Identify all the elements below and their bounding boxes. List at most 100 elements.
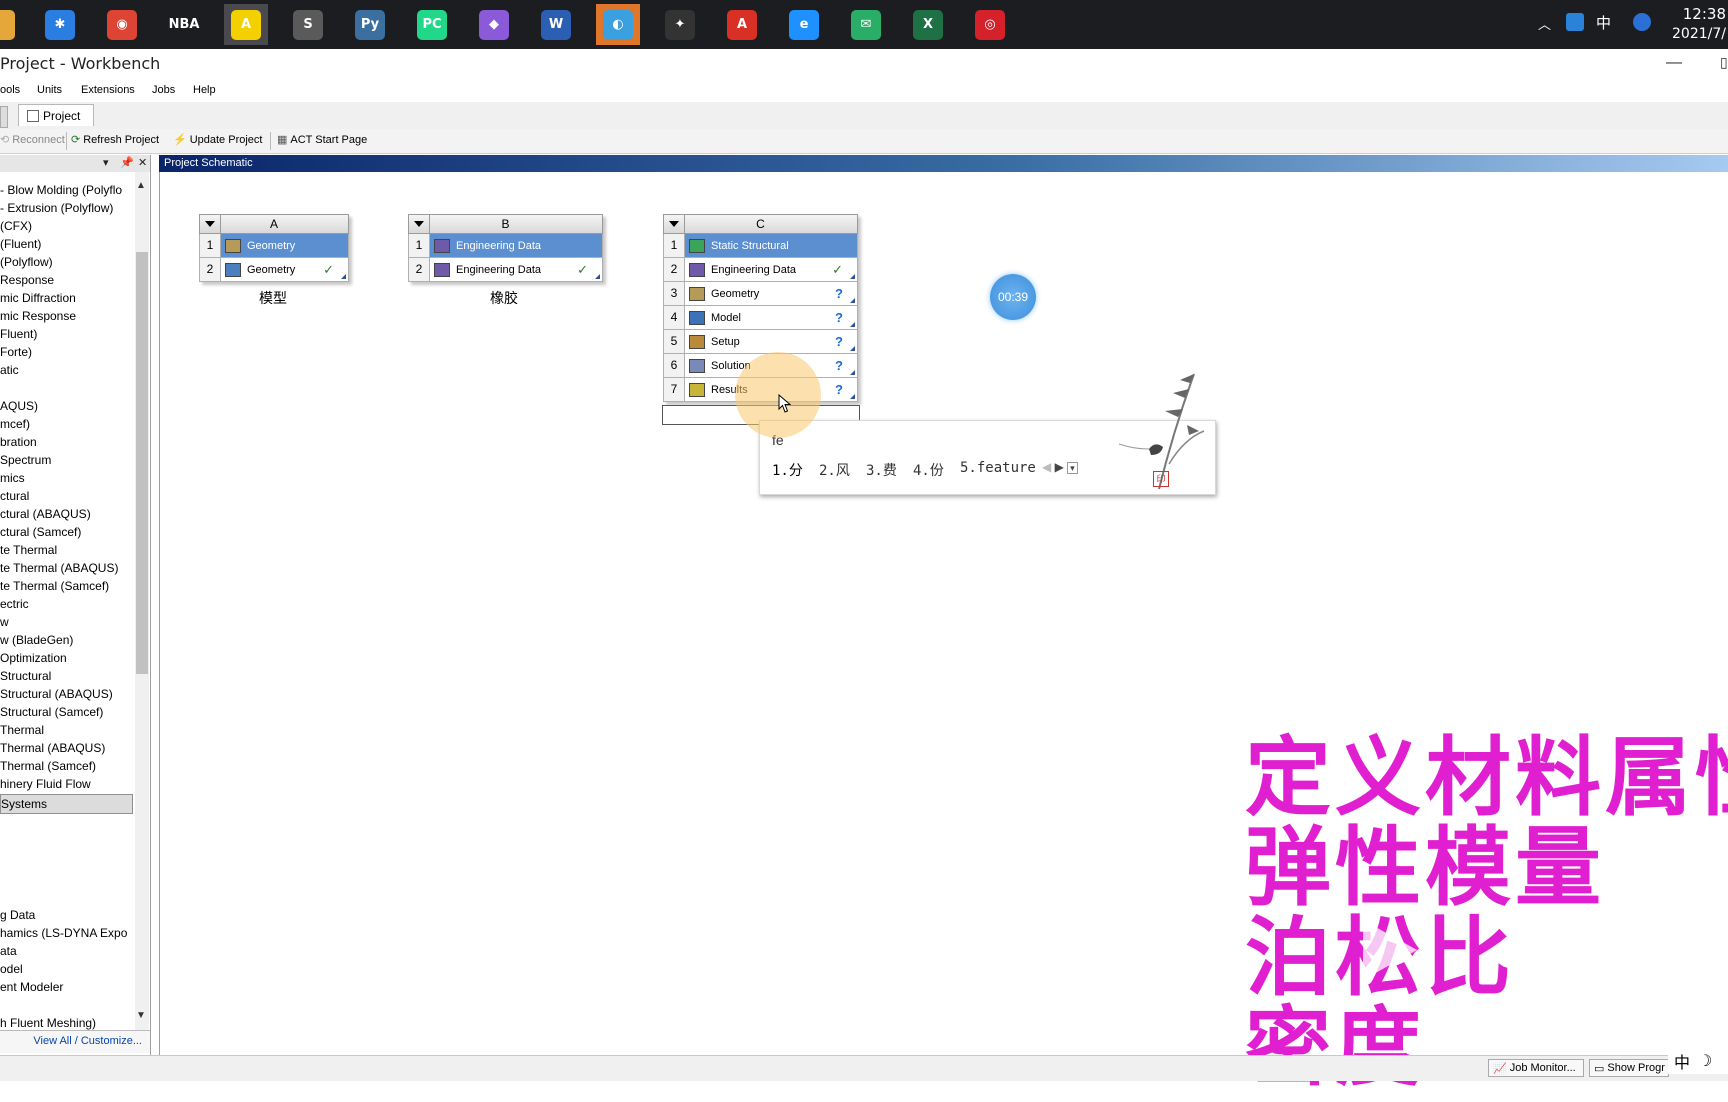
taskbar-app-ie[interactable]: e — [782, 4, 826, 45]
taskbar-app-star-app[interactable]: ✱ — [38, 4, 82, 45]
toolbox-item[interactable]: Forte) — [0, 345, 32, 359]
toolbox-item[interactable]: hinery Fluid Flow — [0, 777, 91, 791]
menu-extensions[interactable]: Extensions — [81, 84, 135, 96]
cell-body[interactable]: Setup? — [685, 330, 857, 353]
cell-body[interactable]: Engineering Data ✓ — [430, 258, 602, 281]
system-cell[interactable]: 2 Engineering Data ✓ — [408, 258, 603, 282]
toolbox-dropdown-icon[interactable]: ▾ — [103, 156, 109, 169]
tab-scroll-left[interactable] — [0, 106, 8, 128]
menu-tools[interactable]: ools — [0, 84, 20, 96]
job-monitor-button[interactable]: 📈 Job Monitor... — [1488, 1059, 1584, 1077]
connector-corner-icon[interactable] — [341, 274, 346, 279]
toolbox-item[interactable]: - Blow Molding (Polyflo — [0, 183, 122, 197]
tray-app-icon[interactable] — [1566, 13, 1584, 31]
cell-body[interactable]: Static Structural — [685, 234, 857, 257]
ime-lang-tray[interactable]: 中 — [1596, 12, 1611, 33]
toolbox-item[interactable]: h Fluent Meshing) — [0, 1016, 96, 1030]
toolbox-item[interactable]: (CFX) — [0, 219, 32, 233]
toolbox-item[interactable]: Response — [0, 273, 54, 287]
tray-chevron-icon[interactable]: ︿ — [1538, 14, 1551, 33]
taskbar-app-autocad-a[interactable]: A — [224, 4, 268, 45]
system-cell[interactable]: 1 Static Structural — [663, 234, 858, 258]
cell-body[interactable]: Engineering Data ✓ — [685, 258, 857, 281]
toolbox-item[interactable]: hamics (LS-DYNA Expo — [0, 926, 127, 940]
taskbar-app-ansys-workbench[interactable]: ◐ — [596, 4, 640, 45]
toolbox-item[interactable]: w — [0, 615, 9, 629]
ime-candidate-2[interactable]: 2.风 — [819, 460, 850, 480]
toolbox-group-systems[interactable]: Systems — [0, 794, 133, 814]
system-cell[interactable]: 5 Setup? — [663, 330, 858, 354]
system-name-caption[interactable]: 模型 — [259, 288, 287, 308]
taskbar-app-media[interactable]: ✦ — [658, 4, 702, 45]
toolbox-item[interactable]: Thermal — [0, 723, 44, 737]
taskbar-app-wechat[interactable]: ✉ — [844, 4, 888, 45]
cell-body[interactable]: Geometry? — [685, 282, 857, 305]
connector-corner-icon[interactable] — [850, 346, 855, 351]
toolbox-item[interactable]: bration — [0, 435, 37, 449]
update-project-button[interactable]: ⚡ Update Project — [173, 133, 262, 147]
toolbox-item[interactable]: AQUS) — [0, 399, 38, 413]
taskbar-app-pycharm[interactable]: PC — [410, 4, 454, 45]
taskbar-app-sublime[interactable]: S — [286, 4, 330, 45]
toolbox-item[interactable]: mcef) — [0, 417, 30, 431]
system-cell[interactable]: 1 Engineering Data — [408, 234, 603, 258]
cell-body[interactable]: Geometry ✓ — [221, 258, 348, 281]
cell-body[interactable]: Engineering Data — [430, 234, 602, 257]
taskbar-app-file-explorer[interactable] — [0, 4, 22, 45]
ime-candidate-4[interactable]: 4.份 — [913, 460, 944, 480]
toolbox-item[interactable]: odel — [0, 962, 23, 976]
system-header[interactable]: B — [408, 214, 603, 234]
ime-candidate-5[interactable]: 5.feature — [960, 460, 1036, 476]
toolbox-item[interactable]: g Data — [0, 908, 35, 922]
system-header[interactable]: A — [199, 214, 349, 234]
tray-ime-icon[interactable] — [1633, 13, 1651, 31]
scroll-down-icon[interactable]: ▼ — [136, 1010, 146, 1021]
connector-corner-icon[interactable] — [850, 322, 855, 327]
system-name-caption[interactable]: 橡胶 — [490, 288, 518, 308]
ime-expand-icon[interactable]: ▾ — [1067, 462, 1078, 474]
ime-indicator[interactable]: 中 ☽ — [1668, 1048, 1728, 1074]
toolbox-item[interactable]: Structural (ABAQUS) — [0, 687, 113, 701]
taskbar-app-word[interactable]: W — [534, 4, 578, 45]
connector-corner-icon[interactable] — [595, 274, 600, 279]
toolbox-item[interactable]: ctural (Samcef) — [0, 525, 81, 539]
toolbox-item[interactable]: Spectrum — [0, 453, 51, 467]
act-start-page-button[interactable]: ▦ ACT Start Page — [277, 133, 367, 147]
ime-prev-icon[interactable]: ◀ — [1042, 460, 1051, 474]
taskbar-app-vs[interactable]: ◆ — [472, 4, 516, 45]
taskbar-app-acrobat[interactable]: A — [720, 4, 764, 45]
menu-help[interactable]: Help — [193, 84, 216, 96]
cell-body[interactable]: Geometry — [221, 234, 348, 257]
toolbox-item[interactable]: Optimization — [0, 651, 67, 665]
toolbox-item[interactable]: Thermal (ABAQUS) — [0, 741, 105, 755]
taskbar-app-python[interactable]: Py — [348, 4, 392, 45]
connector-corner-icon[interactable] — [850, 274, 855, 279]
toolbox-item[interactable]: w (BladeGen) — [0, 633, 73, 647]
toolbox-item[interactable]: te Thermal (ABAQUS) — [0, 561, 118, 575]
toolbox-item[interactable]: mics — [0, 471, 25, 485]
system-cell[interactable]: 4 Model? — [663, 306, 858, 330]
tray-clock[interactable]: 12:38 2021/7/ — [1672, 4, 1726, 44]
toolbox-item[interactable]: Structural — [0, 669, 51, 683]
tab-project[interactable]: Project — [18, 104, 94, 126]
ime-candidate-3[interactable]: 3.费 — [866, 460, 897, 480]
show-progress-button[interactable]: ▭ Show Progr — [1589, 1059, 1669, 1077]
toolbox-item[interactable]: Structural (Samcef) — [0, 705, 103, 719]
toolbox-item[interactable]: ctural (ABAQUS) — [0, 507, 91, 521]
system-cell[interactable]: 3 Geometry? — [663, 282, 858, 306]
taskbar-app-excel[interactable]: X — [906, 4, 950, 45]
refresh-project-button[interactable]: ⟳ Refresh Project — [71, 133, 159, 147]
scroll-up-icon[interactable]: ▲ — [136, 180, 146, 191]
toolbox-item[interactable]: Fluent) — [0, 327, 37, 341]
toolbox-item[interactable]: atic — [0, 363, 19, 377]
taskbar-app-chrome[interactable]: ◉ — [100, 4, 144, 45]
system-cell[interactable]: 2 Geometry ✓ — [199, 258, 349, 282]
toolbox-item[interactable]: ectric — [0, 597, 29, 611]
minimize-button[interactable]: — — [1666, 54, 1682, 72]
menu-units[interactable]: Units — [37, 84, 62, 96]
toolbox-item[interactable]: ctural — [0, 489, 29, 503]
system-cell[interactable]: 1 Geometry — [199, 234, 349, 258]
connector-corner-icon[interactable] — [850, 394, 855, 399]
close-icon[interactable]: ✕ — [138, 156, 147, 169]
toolbox-item[interactable]: mic Response — [0, 309, 76, 323]
